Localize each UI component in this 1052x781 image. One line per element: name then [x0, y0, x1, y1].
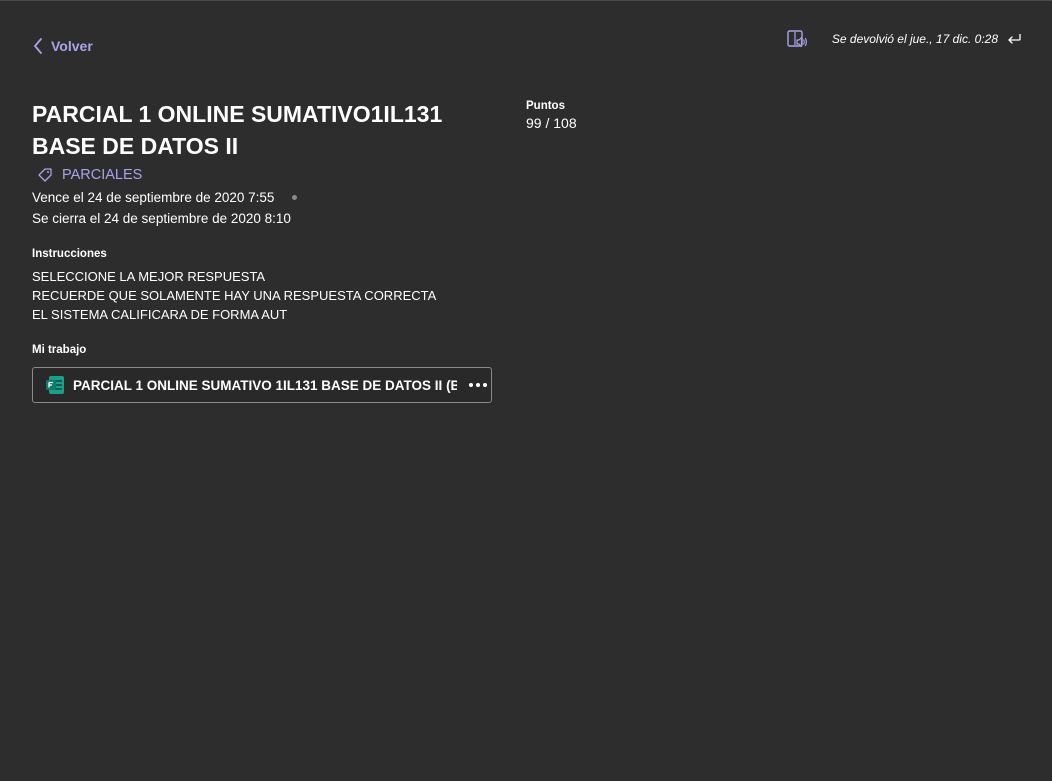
assignment-title: PARCIAL 1 ONLINE SUMATIVO1IL131 BASE DE …	[32, 101, 443, 159]
category-tag[interactable]: PARCIALES	[36, 166, 142, 184]
instructions-text: SELECCIONE LA MEJOR RESPUESTA RECUERDE Q…	[32, 267, 436, 324]
due-date: Vence el 24 de septiembre de 2020 7:55	[32, 190, 275, 205]
instruction-line: RECUERDE QUE SOLAMENTE HAY UNA RESPUESTA…	[32, 288, 437, 303]
work-file-card[interactable]: PARCIAL 1 ONLINE SUMATIVO 1IL131 BASE DE…	[32, 367, 492, 403]
top-border	[0, 0, 1052, 1]
more-dot	[483, 383, 487, 387]
instruction-line: EL SISTEMA CALIFICARA DE FORMA AUT	[32, 307, 288, 322]
chevron-left-icon	[34, 38, 42, 54]
more-dot	[469, 383, 473, 387]
points-block: Puntos 99 / 108	[526, 100, 577, 131]
points-label: Puntos	[526, 100, 565, 112]
instructions-heading: Instrucciones	[32, 248, 107, 260]
separator-dot	[292, 195, 298, 200]
back-button[interactable]: Volver	[33, 38, 93, 54]
immersive-reader-icon[interactable]	[786, 28, 808, 50]
more-options-button[interactable]	[465, 377, 491, 393]
return-arrow-icon	[1008, 34, 1021, 44]
points-value: 99 / 108	[526, 115, 577, 131]
instruction-line: SELECCIONE LA MEJOR RESPUESTA	[32, 269, 266, 284]
tag-label: PARCIALES	[62, 167, 143, 183]
more-dot	[476, 383, 480, 387]
due-date-row: Vence el 24 de septiembre de 2020 7:55	[32, 190, 298, 205]
my-work-heading: Mi trabajo	[32, 344, 87, 356]
back-label: Volver	[51, 38, 93, 54]
work-file-title: PARCIAL 1 ONLINE SUMATIVO 1IL131 BASE DE…	[73, 377, 457, 393]
close-date: Se cierra el 24 de septiembre de 2020 8:…	[32, 211, 291, 226]
forms-icon	[46, 376, 64, 394]
status-bar: Se devolvió el jue., 17 dic. 0:28	[786, 28, 1022, 50]
returned-status: Se devolvió el jue., 17 dic. 0:28	[831, 32, 998, 46]
tag-icon	[38, 168, 52, 182]
